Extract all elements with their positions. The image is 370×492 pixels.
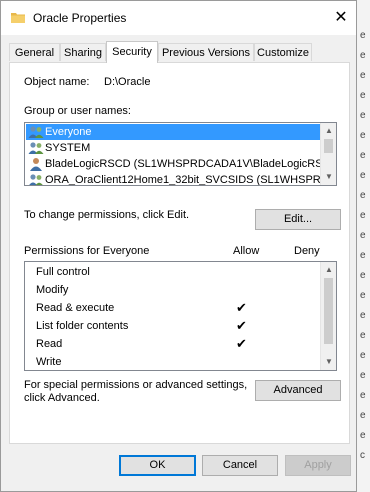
background-text-fragment: e xyxy=(360,410,366,421)
background-text-fragment: e xyxy=(360,390,366,401)
background-text-fragment: e xyxy=(360,150,366,161)
permission-name: Read & execute xyxy=(36,302,115,314)
background-text-fragment: e xyxy=(360,110,366,121)
permissions-list: Full control Modify Read & execute ✔ Lis… xyxy=(24,261,337,371)
tab-customize[interactable]: Customize xyxy=(254,43,312,61)
tab-label: Sharing xyxy=(64,47,102,59)
background-text-fragment: e xyxy=(360,90,366,101)
permission-row-write: Write xyxy=(36,353,306,370)
title-bar[interactable]: Oracle Properties ✕ xyxy=(1,1,356,35)
users-group-icon xyxy=(28,142,44,154)
permission-row-read: Read ✔ xyxy=(36,335,306,353)
apply-button[interactable]: Apply xyxy=(285,455,351,476)
background-text-fragment: e xyxy=(360,130,366,141)
list-item-system[interactable]: SYSTEM xyxy=(26,140,320,156)
background-text-fragment: c xyxy=(360,450,365,461)
group-user-list[interactable]: Everyone SYSTEM BladeLogicRSCD (SL1WHSPR… xyxy=(24,122,337,186)
permission-row-list-folder-contents: List folder contents ✔ xyxy=(36,317,306,335)
tab-label: General xyxy=(14,47,55,59)
tab-previous-versions[interactable]: Previous Versions xyxy=(158,43,254,61)
background-text-fragment: e xyxy=(360,190,366,201)
properties-dialog: Oracle Properties ✕ General Sharing Secu… xyxy=(0,0,357,492)
close-icon: ✕ xyxy=(334,9,348,26)
tab-general[interactable]: General xyxy=(9,43,60,61)
scroll-up-icon[interactable]: ▲ xyxy=(321,262,336,278)
permission-name: Write xyxy=(36,356,62,368)
list-item-bladelogicrscd[interactable]: BladeLogicRSCD (SL1WHSPRDCADA1V\BladeLog… xyxy=(26,156,320,172)
background-text-fragment: e xyxy=(360,170,366,181)
background-text-fragment: e xyxy=(360,350,366,361)
allow-check-icon: ✔ xyxy=(236,336,247,351)
close-button[interactable]: ✕ xyxy=(326,1,356,35)
allow-check-icon: ✔ xyxy=(236,300,247,315)
edit-button[interactable]: Edit... xyxy=(255,209,341,230)
tab-label: Customize xyxy=(257,47,309,59)
users-group-icon xyxy=(29,174,43,185)
permission-row-modify: Modify xyxy=(36,281,306,299)
advanced-button[interactable]: Advanced xyxy=(255,380,341,401)
permission-row-read-execute: Read & execute ✔ xyxy=(36,299,306,317)
users-group-icon xyxy=(28,126,44,138)
background-text-fragment: e xyxy=(360,50,366,61)
tab-security[interactable]: Security xyxy=(106,41,158,63)
scroll-down-icon[interactable]: ▼ xyxy=(321,169,336,185)
tab-sharing[interactable]: Sharing xyxy=(60,43,106,61)
allow-column-header: Allow xyxy=(233,245,260,257)
groups-label: Group or user names: xyxy=(24,105,131,117)
security-panel: Object name: D:\Oracle Group or user nam… xyxy=(9,62,350,444)
scroll-up-icon[interactable]: ▲ xyxy=(321,123,336,139)
list-item-label: Everyone xyxy=(45,126,92,138)
background-text-fragment: e xyxy=(360,430,366,441)
list-item-label: SYSTEM xyxy=(45,142,91,154)
list-item-label: BladeLogicRSCD (SL1WHSPRDCADA1V\BladeLog… xyxy=(45,158,320,170)
deny-column-header: Deny xyxy=(294,245,320,257)
permission-name: Full control xyxy=(36,266,90,278)
object-name-label: Object name: xyxy=(24,76,90,88)
scroll-thumb[interactable] xyxy=(324,139,333,153)
background-text-fragment: e xyxy=(360,210,366,221)
background-text-fragment: e xyxy=(360,330,366,341)
background-text-fragment: e xyxy=(360,290,366,301)
background-text-fragment: e xyxy=(360,370,366,381)
scroll-thumb[interactable] xyxy=(324,278,333,344)
permission-name: Modify xyxy=(36,284,69,296)
object-name-value: D:\Oracle xyxy=(104,76,151,88)
ok-button[interactable]: OK xyxy=(119,455,196,476)
background-text-fragment: e xyxy=(360,30,366,41)
list-item-label: ORA_OraClient12Home1_32bit_SVCSIDS (SL1W… xyxy=(45,174,320,186)
permissions-scrollbar[interactable]: ▲ ▼ xyxy=(320,262,336,370)
list-item-everyone[interactable]: Everyone xyxy=(26,124,320,140)
change-permissions-text: To change permissions, click Edit. xyxy=(24,209,190,221)
permission-name: Read xyxy=(36,338,63,350)
background-text-fragment: e xyxy=(360,270,366,281)
background-window-edge: eeeeeeeeeeeeeeeeeeeeec xyxy=(356,0,370,492)
background-text-fragment: e xyxy=(360,310,366,321)
background-text-fragment: e xyxy=(360,230,366,241)
permission-name: List folder contents xyxy=(36,320,129,332)
user-icon xyxy=(30,158,42,171)
group-list-scrollbar[interactable]: ▲ ▼ xyxy=(320,123,336,185)
advanced-help-line1: For special permissions or advanced sett… xyxy=(24,379,248,391)
background-text-fragment: e xyxy=(360,250,366,261)
cancel-button[interactable]: Cancel xyxy=(202,455,278,476)
background-text-fragment: e xyxy=(360,70,366,81)
permission-row-full-control: Full control xyxy=(36,263,306,281)
window-title: Oracle Properties xyxy=(33,11,127,25)
folder-icon xyxy=(11,13,25,23)
permissions-header: Permissions for Everyone xyxy=(24,245,150,257)
scroll-down-icon[interactable]: ▼ xyxy=(321,354,336,370)
tab-label: Security xyxy=(112,46,152,58)
tab-label: Previous Versions xyxy=(161,47,251,59)
list-item-ora-client[interactable]: ORA_OraClient12Home1_32bit_SVCSIDS (SL1W… xyxy=(26,172,320,186)
advanced-help-line2: click Advanced. xyxy=(24,392,100,404)
allow-check-icon: ✔ xyxy=(236,318,247,333)
